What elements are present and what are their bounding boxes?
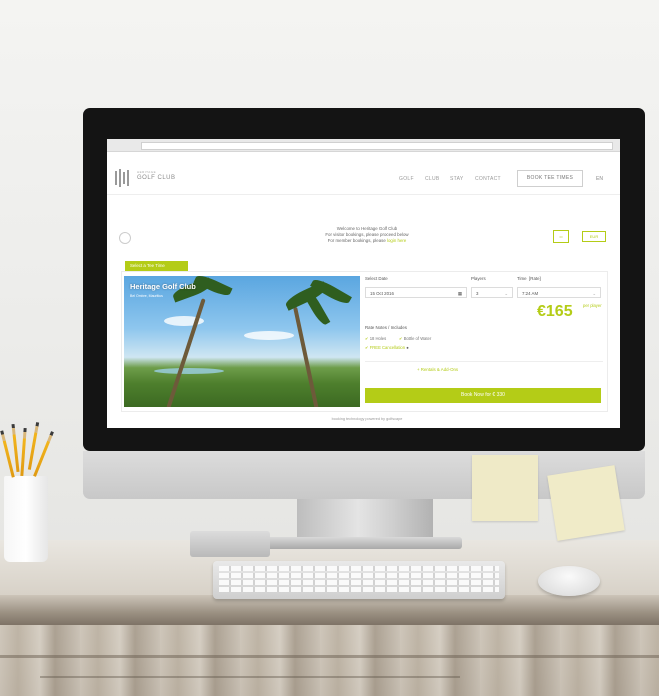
- cart-icon[interactable]: ⚏: [553, 230, 569, 243]
- pencil-cup: [4, 476, 48, 562]
- logo-icon[interactable]: [115, 169, 131, 187]
- nav-link-stay[interactable]: STAY: [450, 176, 464, 182]
- select-date-label: Select Date: [365, 276, 388, 281]
- check-icon: ✔: [365, 336, 369, 341]
- address-bar[interactable]: [141, 142, 613, 150]
- divider: [365, 361, 603, 362]
- logo-top-text: HERITAGE: [137, 170, 157, 174]
- chevron-down-icon: ⌄: [504, 291, 508, 296]
- include-item: ✔ Bottle of Water: [399, 336, 432, 341]
- mouse: [538, 566, 600, 596]
- desk-front: [0, 625, 659, 696]
- time-select[interactable]: 7:24 AM ⌄: [517, 287, 601, 298]
- screen: HERITAGE GOLF CLUB GOLF CLUB STAY CONTAC…: [107, 139, 620, 428]
- date-field[interactable]: 15 Oct 2016 ▦: [365, 287, 467, 298]
- course-photo: Heritage Golf Club Bel Ombre, Mauritius: [124, 276, 360, 407]
- welcome-line-3: For member bookings, please login here: [257, 238, 477, 244]
- logo-name[interactable]: GOLF CLUB: [137, 175, 176, 181]
- check-icon: ✔: [365, 345, 369, 350]
- rentals-addons-link[interactable]: + Rentals & Add-Ons: [417, 367, 458, 372]
- course-location: Bel Ombre, Mauritius: [130, 294, 163, 298]
- chevron-down-icon: ⌄: [592, 291, 596, 296]
- language-selector[interactable]: EN: [596, 176, 603, 182]
- per-player-label: per player: [583, 303, 602, 308]
- monitor-base: [262, 537, 462, 549]
- browser-toolbar: [107, 139, 620, 152]
- nav-link-golf[interactable]: GOLF: [399, 176, 414, 182]
- check-icon: ✔: [399, 336, 403, 341]
- login-link[interactable]: login here: [387, 238, 406, 243]
- sticky-note: [547, 465, 625, 541]
- nav-link-club[interactable]: CLUB: [425, 176, 440, 182]
- select-tee-time-tag: Select a Tee Time: [125, 261, 188, 271]
- rate-notes-label: Rate Notes / Includes: [365, 325, 407, 330]
- wood-grain: [0, 655, 659, 658]
- time-label: Time [Rate]: [517, 276, 541, 281]
- sticky-note: [472, 455, 538, 521]
- nav-link-contact[interactable]: CONTACT: [475, 176, 501, 182]
- currency-selector[interactable]: EUR: [582, 231, 606, 242]
- players-select[interactable]: 3 ⌄: [471, 287, 513, 298]
- welcome-message: Welcome to Heritage Golf Club For visito…: [257, 226, 477, 245]
- back-icon[interactable]: [119, 232, 131, 244]
- info-icon: ●: [406, 345, 409, 350]
- keyboard: [213, 561, 505, 599]
- include-item: ✔ 18 Holes: [365, 336, 387, 341]
- wood-grain: [40, 676, 460, 678]
- course-title: Heritage Golf Club: [130, 282, 196, 291]
- calendar-icon: ▦: [457, 291, 462, 296]
- book-tee-times-button[interactable]: BOOK TEE TIMES: [517, 170, 583, 187]
- powered-by-footer: booking technology powered by golfscape: [331, 417, 403, 421]
- book-now-button[interactable]: Book Now for € 330: [365, 388, 601, 403]
- external-drive: [190, 531, 270, 557]
- welcome-line-3-text: For member bookings, please: [327, 238, 386, 244]
- price-value: €165: [537, 303, 573, 320]
- free-cancellation[interactable]: ✔ FREE Cancellation ●: [365, 345, 409, 350]
- players-label: Players: [471, 276, 486, 281]
- desk-edge: [0, 595, 659, 625]
